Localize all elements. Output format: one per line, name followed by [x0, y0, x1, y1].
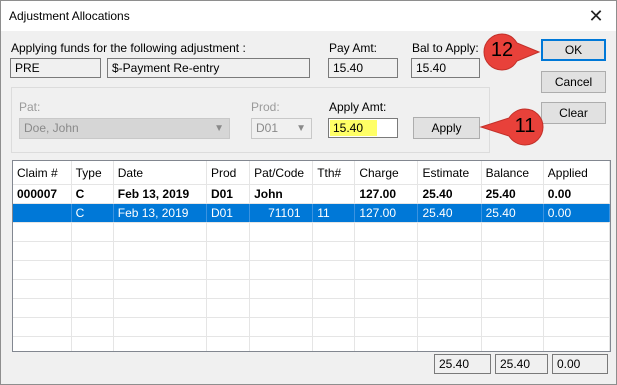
- table-cell: 25.40: [481, 184, 544, 204]
- table-cell: 25.40: [417, 203, 482, 223]
- table-row-empty: [13, 260, 610, 280]
- table-cell: Feb 13, 2019: [113, 203, 207, 223]
- bal-to-apply-label: Bal to Apply:: [412, 41, 479, 55]
- chevron-down-icon: ▼: [214, 123, 224, 134]
- callout-marker-11: 11: [479, 107, 545, 147]
- table-row-empty: [13, 222, 610, 242]
- clear-button[interactable]: Clear: [541, 102, 606, 124]
- table-row-empty: [13, 317, 610, 337]
- close-icon[interactable]: ✕: [586, 6, 606, 26]
- total-balance-field: 25.40: [495, 354, 548, 374]
- apply-amt-label: Apply Amt:: [329, 100, 387, 114]
- table-cell: 11: [312, 203, 356, 223]
- prod-combo-value: D01: [256, 121, 279, 135]
- table-row-empty: [13, 298, 610, 318]
- pay-amt-label: Pay Amt:: [329, 41, 378, 55]
- table-cell: 127.00: [354, 203, 419, 223]
- table-cell: 0.00: [543, 203, 610, 223]
- adjustment-description-field: $-Payment Re-entry: [107, 58, 310, 78]
- column-header[interactable]: Type: [71, 161, 114, 185]
- ok-button[interactable]: OK: [541, 39, 606, 61]
- table-row[interactable]: 000007 C Feb 13, 2019 D01 John 127.00 25…: [13, 184, 610, 204]
- chevron-down-icon: ▼: [296, 123, 306, 134]
- table-cell: D01: [206, 184, 251, 204]
- table-cell: D01: [206, 203, 251, 223]
- table-cell: [13, 203, 72, 223]
- column-header[interactable]: Charge: [354, 161, 419, 185]
- table-cell: 25.40: [417, 184, 482, 204]
- column-header[interactable]: Prod: [206, 161, 251, 185]
- apply-amt-input[interactable]: 15.40: [328, 118, 398, 138]
- patient-combo-value: Doe, John: [24, 121, 79, 135]
- callout-number: 11: [514, 115, 536, 137]
- table-header-row: Claim # Type Date Prod Pat/Code Tth# Cha…: [13, 161, 610, 185]
- column-header[interactable]: Balance: [481, 161, 544, 185]
- patient-combo: Doe, John ▼: [19, 118, 230, 139]
- window-title: Adjustment Allocations: [9, 9, 130, 23]
- table-cell: C: [71, 184, 114, 204]
- table-cell: Feb 13, 2019: [113, 184, 207, 204]
- adjustment-code-field: PRE: [10, 58, 101, 78]
- table-cell: C: [71, 203, 114, 223]
- table-cell: 127.00: [354, 184, 419, 204]
- column-header[interactable]: Applied: [543, 161, 610, 185]
- column-header[interactable]: Date: [113, 161, 207, 185]
- table-cell: 0.00: [543, 184, 610, 204]
- apply-amt-value: 15.40: [330, 120, 377, 136]
- callout-marker-12: 12: [481, 31, 541, 73]
- pay-amt-field: 15.40: [328, 58, 398, 78]
- table-cell: John: [249, 184, 314, 204]
- table-row-selected[interactable]: C Feb 13, 2019 D01 71101 11 127.00 25.40…: [13, 203, 610, 223]
- prod-combo: D01 ▼: [251, 118, 312, 139]
- title-bar: Adjustment Allocations ✕: [1, 1, 616, 31]
- apply-button[interactable]: Apply: [413, 117, 480, 139]
- applying-label: Applying funds for the following adjustm…: [11, 41, 246, 55]
- table-row-empty: [13, 279, 610, 299]
- total-applied-field: 0.00: [552, 354, 608, 374]
- bal-to-apply-field: 15.40: [411, 58, 480, 78]
- table-row-empty: [13, 241, 610, 261]
- table-cell: 71101: [249, 203, 314, 223]
- allocation-table[interactable]: Claim # Type Date Prod Pat/Code Tth# Cha…: [12, 160, 611, 352]
- adjustment-allocations-dialog: Adjustment Allocations ✕ Applying funds …: [0, 0, 617, 385]
- table-row-empty: [13, 336, 610, 351]
- total-estimate-field: 25.40: [434, 354, 491, 374]
- cancel-button[interactable]: Cancel: [541, 71, 606, 93]
- column-header[interactable]: Tth#: [312, 161, 356, 185]
- table-cell: 000007: [13, 184, 72, 204]
- column-header[interactable]: Pat/Code: [249, 161, 314, 185]
- table-cell: 25.40: [481, 203, 544, 223]
- pat-label: Pat:: [19, 100, 41, 114]
- column-header[interactable]: Estimate: [417, 161, 482, 185]
- column-header[interactable]: Claim #: [13, 161, 72, 185]
- table-cell: [312, 184, 356, 204]
- prod-label: Prod:: [251, 100, 280, 114]
- callout-number: 12: [490, 39, 514, 61]
